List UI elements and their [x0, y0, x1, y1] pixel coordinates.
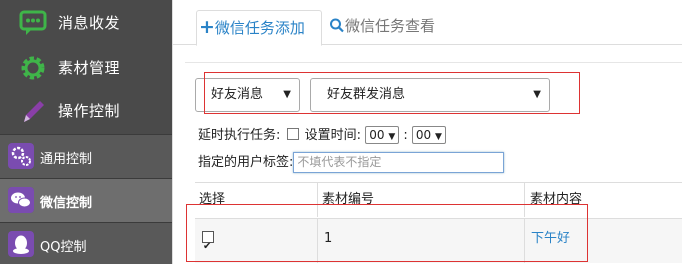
- sidebar-item-label: 素材管理: [58, 59, 121, 77]
- delay-checkbox[interactable]: [286, 128, 299, 140]
- delay-row: 延时执行任务: 设置时间: 00 ▼ : 00 ▼: [198, 126, 446, 146]
- sidebar-item-label: 通用控制: [40, 152, 93, 167]
- wechat-icon: [8, 187, 34, 213]
- cogs-icon: [8, 143, 34, 169]
- sidebar-item-label: QQ控制: [40, 240, 87, 255]
- pen-icon: [24, 101, 44, 122]
- sidebar-item-label: 消息收发: [58, 14, 121, 32]
- user-tag-input[interactable]: 不填代表不指定: [293, 152, 505, 173]
- hour-select[interactable]: 00 ▼: [365, 126, 400, 144]
- sidebar-item-label: 微信控制: [40, 196, 93, 211]
- highlight-box: [204, 72, 580, 114]
- tab-wechat-task-add[interactable]: +微信任务添加: [196, 10, 322, 46]
- sidebar-item-qq-control[interactable]: QQ控制: [0, 222, 172, 264]
- sidebar-item-operations[interactable]: 操作控制: [0, 90, 172, 134]
- plus-icon: +: [199, 16, 215, 38]
- tab-wechat-task-view[interactable]: 微信任务查看: [329, 10, 435, 44]
- hour-value: 00: [369, 128, 385, 142]
- delay-label: 延时执行任务:: [198, 128, 281, 143]
- minute-value: 00: [415, 128, 432, 142]
- gear-icon: [21, 56, 45, 80]
- dropdown-arrow-icon: ▼: [388, 132, 396, 142]
- set-time-label: 设置时间:: [304, 128, 362, 143]
- user-tag-label: 指定的用户标签:: [198, 155, 294, 170]
- sidebar-item-label: 操作控制: [58, 102, 121, 120]
- search-icon: [330, 18, 344, 33]
- sidebar-item-general-control[interactable]: 通用控制: [0, 134, 172, 178]
- sidebar-item-messages[interactable]: 消息收发: [0, 2, 172, 46]
- sidebar-item-materials[interactable]: 素材管理: [0, 47, 172, 91]
- chat-bubble-icon: [19, 10, 47, 35]
- dropdown-arrow-icon: ▼: [435, 132, 442, 142]
- tab-bar: +微信任务添加 微信任务查看: [173, 0, 682, 46]
- qq-icon: [8, 231, 34, 257]
- highlight-box: [186, 204, 588, 262]
- user-tag-row: 指定的用户标签: 不填代表不指定: [198, 152, 505, 174]
- sidebar-item-wechat-control[interactable]: 微信控制: [0, 178, 172, 222]
- sidebar: 消息收发 素材管理 操作控制 通用控制 微信控制 QQ控制: [0, 0, 172, 264]
- minute-select[interactable]: 00 ▼: [411, 126, 446, 144]
- tab-label: 微信任务查看: [345, 17, 436, 35]
- tab-label: 微信任务添加: [214, 19, 305, 37]
